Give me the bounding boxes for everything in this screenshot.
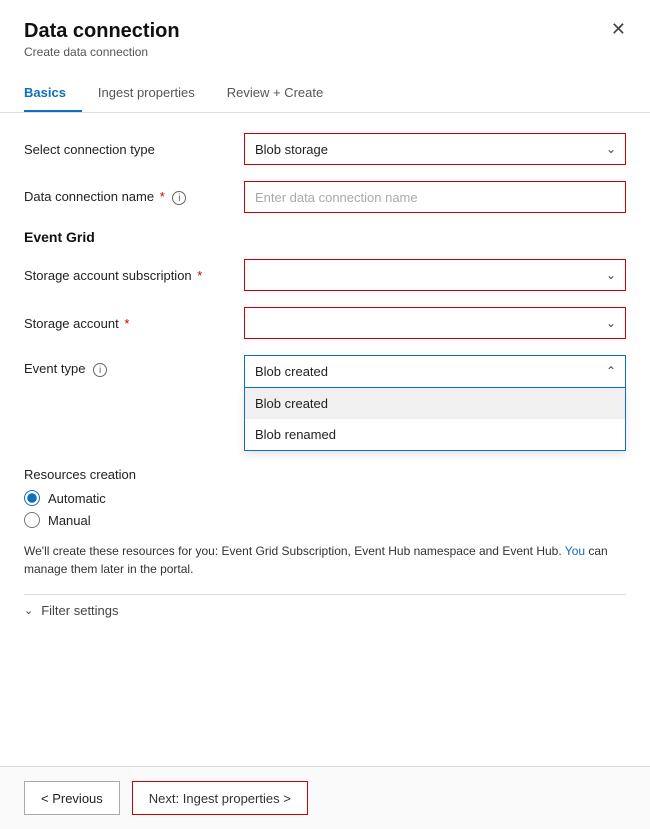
info-text: We'll create these resources for you: Ev… [24,542,626,578]
storage-subscription-select[interactable] [244,259,626,291]
previous-button[interactable]: < Previous [24,781,120,815]
resources-creation-section: Resources creation Automatic Manual [24,467,626,528]
data-connection-modal: Data connection Create data connection ✕… [0,0,650,829]
resources-creation-label: Resources creation [24,467,626,482]
tab-review-create[interactable]: Review + Create [227,75,339,112]
connection-name-info-icon[interactable]: i [172,191,186,205]
radio-manual-label[interactable]: Manual [48,513,91,528]
connection-type-row: Select connection type Blob storage ⌄ [24,133,626,165]
modal-footer: < Previous Next: Ingest properties > [0,766,650,829]
next-button[interactable]: Next: Ingest properties > [132,781,308,815]
connection-name-label: Data connection name * i [24,189,244,205]
required-indicator: * [160,189,165,204]
storage-account-select[interactable] [244,307,626,339]
radio-manual[interactable] [24,512,40,528]
storage-account-select-wrapper: ⌄ [244,307,626,339]
filter-settings-label: Filter settings [41,603,118,618]
tab-basics[interactable]: Basics [24,75,82,112]
event-grid-section-title: Event Grid [24,229,626,245]
radio-automatic-label[interactable]: Automatic [48,491,106,506]
required-indicator-2: * [197,268,202,283]
event-type-dropdown-list: Blob created Blob renamed [244,387,626,451]
header-text: Data connection Create data connection [24,20,180,59]
chevron-up-icon: ⌃ [606,364,616,378]
modal-title: Data connection [24,20,180,43]
empty-spacer [24,626,626,746]
event-type-dropdown-wrapper: Blob created ⌃ Blob created Blob renamed [244,355,626,387]
event-type-label: Event type i [24,361,244,377]
storage-account-row: Storage account * ⌄ [24,307,626,339]
filter-settings-row[interactable]: ⌄ Filter settings [24,594,626,626]
connection-name-input[interactable] [244,181,626,213]
connection-type-label: Select connection type [24,142,244,157]
event-type-option-blob-created[interactable]: Blob created [245,388,625,419]
event-type-info-icon[interactable]: i [93,363,107,377]
storage-subscription-select-wrapper: ⌄ [244,259,626,291]
close-button[interactable]: ✕ [611,20,626,38]
modal-body: Select connection type Blob storage ⌄ Da… [0,113,650,766]
connection-type-select-wrapper: Blob storage ⌄ [244,133,626,165]
modal-header: Data connection Create data connection ✕ [0,0,650,67]
radio-manual-row: Manual [24,512,626,528]
filter-chevron-icon: ⌄ [24,604,33,617]
modal-subtitle: Create data connection [24,45,180,59]
connection-type-select[interactable]: Blob storage [244,133,626,165]
storage-subscription-row: Storage account subscription * ⌄ [24,259,626,291]
tabs-bar: Basics Ingest properties Review + Create [0,75,650,113]
event-type-dropdown-trigger[interactable]: Blob created ⌃ [244,355,626,387]
storage-subscription-label: Storage account subscription * [24,268,244,283]
tab-ingest-properties[interactable]: Ingest properties [98,75,211,112]
required-indicator-3: * [124,316,129,331]
radio-automatic-row: Automatic [24,490,626,506]
event-type-option-blob-renamed[interactable]: Blob renamed [245,419,625,450]
event-type-row: Event type i Blob created ⌃ Blob created… [24,355,626,387]
manage-link[interactable]: You [565,544,585,558]
storage-account-label: Storage account * [24,316,244,331]
connection-name-row: Data connection name * i [24,181,626,213]
radio-automatic[interactable] [24,490,40,506]
